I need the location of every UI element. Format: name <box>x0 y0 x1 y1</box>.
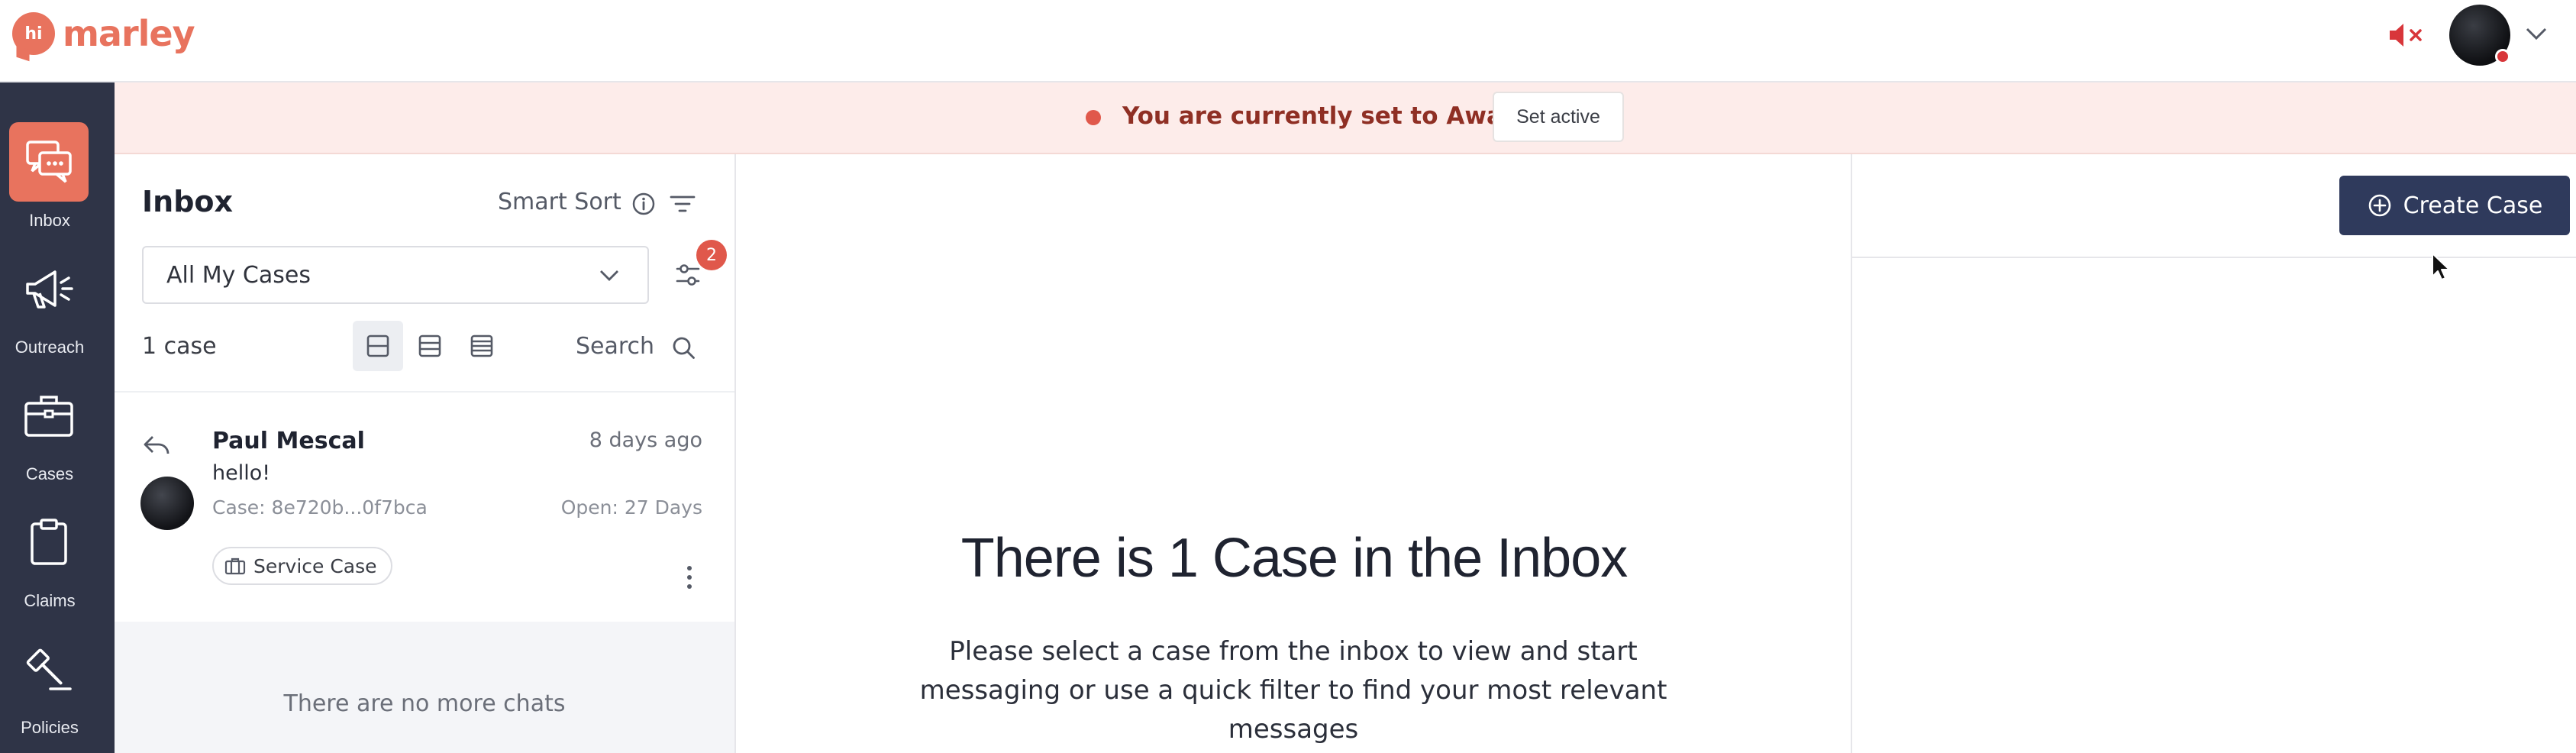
nav-item-policies[interactable]: Policies <box>0 590 115 737</box>
view-dense-button[interactable] <box>457 321 507 371</box>
top-header: hi marley <box>0 0 2576 82</box>
smart-sort-label[interactable]: Smart Sort <box>498 189 621 215</box>
user-avatar[interactable] <box>2449 5 2510 66</box>
case-id: Case: 8e720b...0f7bca <box>212 496 428 519</box>
create-case-button[interactable]: Create Case <box>2339 176 2570 235</box>
chevron-down-icon[interactable] <box>2524 23 2549 44</box>
comfortable-view-icon <box>366 334 389 357</box>
more-options-icon[interactable] <box>684 564 695 591</box>
case-filter-value: All My Cases <box>166 262 311 289</box>
away-status-text: You are currently set to Away <box>1122 102 1518 130</box>
case-type-label: Service Case <box>253 554 377 577</box>
view-comfortable-button[interactable] <box>353 321 403 371</box>
inbox-title: Inbox <box>142 185 234 218</box>
gavel-icon <box>9 629 89 709</box>
away-status-dot <box>2495 49 2510 64</box>
last-message-preview: hello! <box>212 461 271 485</box>
left-navigation: Inbox Outreach Cases Claims Policies <box>0 82 115 753</box>
briefcase-icon <box>9 376 89 455</box>
plus-circle-icon <box>2368 194 2390 217</box>
create-case-label: Create Case <box>2403 192 2543 219</box>
chat-bubbles-icon <box>9 122 89 202</box>
nav-item-inbox[interactable]: Inbox <box>0 82 115 230</box>
megaphone-icon <box>9 249 89 328</box>
away-indicator-dot <box>1086 110 1101 125</box>
sort-filter-icon[interactable] <box>669 192 696 215</box>
marley-logo[interactable]: hi marley <box>12 12 195 55</box>
view-compact-button[interactable] <box>405 321 455 371</box>
briefcase-icon <box>224 557 246 575</box>
clipboard-icon <box>9 503 89 582</box>
nav-item-cases[interactable]: Cases <box>0 336 115 483</box>
filter-count-badge: 2 <box>696 240 727 270</box>
nav-item-claims[interactable]: Claims <box>0 463 115 610</box>
empty-state-title: There is 1 Case in the Inbox <box>960 528 1629 589</box>
case-filter-dropdown[interactable]: All My Cases <box>142 246 649 304</box>
search-icon[interactable] <box>670 334 696 360</box>
end-of-list-area <box>115 622 734 753</box>
mouse-cursor-icon <box>2432 253 2450 280</box>
info-icon[interactable] <box>631 191 657 217</box>
case-count: 1 case <box>142 333 217 360</box>
set-active-button[interactable]: Set active <box>1493 92 1624 142</box>
logo-text: marley <box>63 13 195 54</box>
no-more-chats-text: There are no more chats <box>283 690 566 717</box>
compact-view-icon <box>418 334 441 357</box>
contact-avatar <box>140 477 194 530</box>
logo-mark-icon: hi <box>12 12 55 55</box>
reply-arrow-icon <box>144 436 169 454</box>
speaker-muted-icon[interactable] <box>2388 21 2425 49</box>
nav-item-outreach[interactable]: Outreach <box>0 209 115 357</box>
case-timestamp: 8 days ago <box>589 428 702 452</box>
chevron-down-icon <box>600 270 618 281</box>
sliders-filter-icon[interactable] <box>675 261 701 289</box>
case-type-tag: Service Case <box>212 547 392 585</box>
nav-label-policies: Policies <box>21 718 79 737</box>
case-open-duration: Open: 27 Days <box>560 496 702 519</box>
dense-view-icon <box>470 334 493 357</box>
contact-name: Paul Mescal <box>212 428 365 454</box>
empty-state-subtitle: Please select a case from the inbox to v… <box>919 636 1667 745</box>
search-label[interactable]: Search <box>576 333 654 360</box>
